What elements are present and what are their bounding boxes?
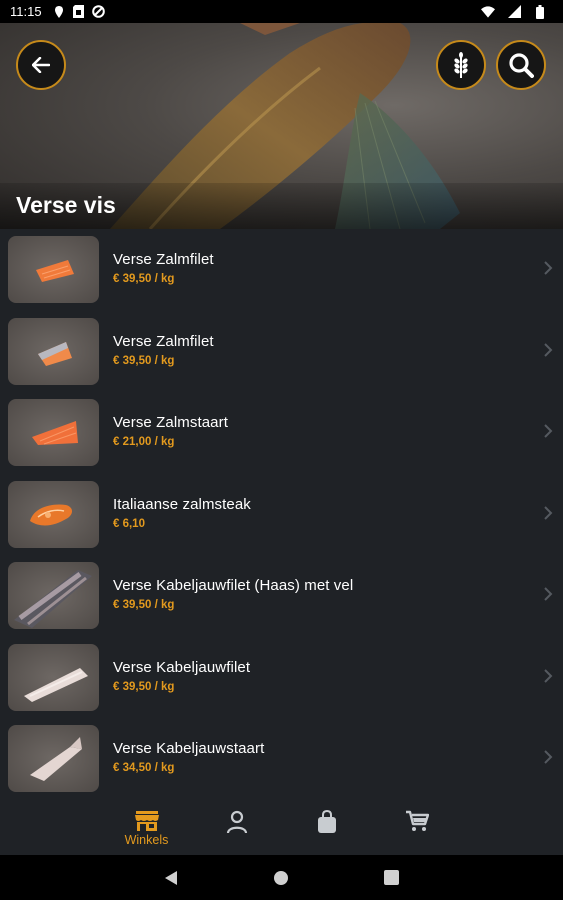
page-title: Verse vis <box>16 192 116 218</box>
chevron-right-icon <box>544 261 553 275</box>
product-price: € 39,50 / kg <box>113 354 175 367</box>
product-name: Verse Zalmfilet <box>113 332 214 350</box>
nav-tab-account[interactable] <box>192 802 282 855</box>
wifi-icon <box>481 5 495 19</box>
product-row[interactable]: Italiaanse zalmsteak € 6,10 <box>0 474 563 556</box>
system-navigation-bar <box>0 855 563 900</box>
search-icon <box>509 53 534 78</box>
product-thumbnail <box>8 562 99 629</box>
nav-tab-stores-label: Winkels <box>124 833 169 847</box>
search-button[interactable] <box>496 40 546 90</box>
category-header: Verse vis <box>0 23 563 229</box>
product-name: Verse Kabeljauwfilet (Haas) met vel <box>113 577 354 594</box>
signal-icon <box>507 5 521 19</box>
chevron-right-icon <box>544 505 553 520</box>
chevron-right-icon <box>544 424 553 438</box>
product-price: € 39,50 / kg <box>113 680 175 693</box>
sim-icon <box>72 5 86 19</box>
chevron-right-icon <box>544 587 553 601</box>
product-row[interactable]: Verse Zalmfilet € 39,50 / kg <box>0 311 563 393</box>
wheat-icon <box>454 52 468 78</box>
data-saver-icon <box>92 5 106 19</box>
product-price: € 21,00 / kg <box>113 436 175 448</box>
arrow-left-icon <box>32 57 50 73</box>
system-back-icon[interactable] <box>164 870 178 886</box>
shopping-bag-icon <box>317 810 336 833</box>
chevron-right-icon <box>544 342 553 357</box>
product-price: € 39,50 / kg <box>113 273 175 285</box>
product-row[interactable]: Verse Kabeljauwstaart € 34,50 / kg <box>0 718 563 800</box>
nav-tab-stores[interactable]: Winkels <box>102 802 192 855</box>
nav-tab-cart[interactable] <box>372 802 462 855</box>
user-icon <box>226 810 247 834</box>
product-thumbnail <box>8 236 99 303</box>
product-thumbnail <box>8 643 99 711</box>
product-name: Verse Zalmfilet <box>113 251 214 268</box>
product-thumbnail <box>8 317 99 385</box>
system-recents-icon[interactable] <box>384 870 399 885</box>
store-icon <box>134 811 159 831</box>
product-name: Verse Kabeljauwfilet <box>113 658 251 676</box>
nav-tab-orders[interactable] <box>282 802 372 855</box>
back-button[interactable] <box>16 40 66 90</box>
chevron-right-icon <box>544 750 553 764</box>
status-time: 11:15 <box>10 4 42 19</box>
status-bar: 11:15 <box>0 0 563 23</box>
allergen-filter-button[interactable] <box>436 40 486 90</box>
product-list: Verse Zalmfilet € 39,50 / kg Verse Zalmf… <box>0 229 563 802</box>
product-name: Verse Zalmstaart <box>113 414 228 431</box>
product-thumbnail <box>8 399 99 466</box>
chevron-right-icon <box>544 668 553 683</box>
product-price: € 39,50 / kg <box>113 599 175 611</box>
product-price: € 6,10 <box>113 517 145 530</box>
product-row[interactable]: Verse Zalmfilet € 39,50 / kg <box>0 229 563 311</box>
product-thumbnail <box>8 480 99 548</box>
cart-icon <box>405 810 429 831</box>
system-home-icon[interactable] <box>273 870 289 886</box>
battery-icon <box>533 4 547 19</box>
product-row[interactable]: Verse Kabeljauwfilet € 39,50 / kg <box>0 637 563 719</box>
product-row[interactable]: Verse Kabeljauwfilet (Haas) met vel € 39… <box>0 555 563 637</box>
product-name: Verse Kabeljauwstaart <box>113 740 265 757</box>
product-row[interactable]: Verse Zalmstaart € 21,00 / kg <box>0 392 563 474</box>
location-icon <box>52 5 66 19</box>
bottom-navigation: Winkels <box>0 802 563 855</box>
product-price: € 34,50 / kg <box>113 762 175 774</box>
product-thumbnail <box>8 725 99 792</box>
product-name: Italiaanse zalmsteak <box>113 495 251 513</box>
